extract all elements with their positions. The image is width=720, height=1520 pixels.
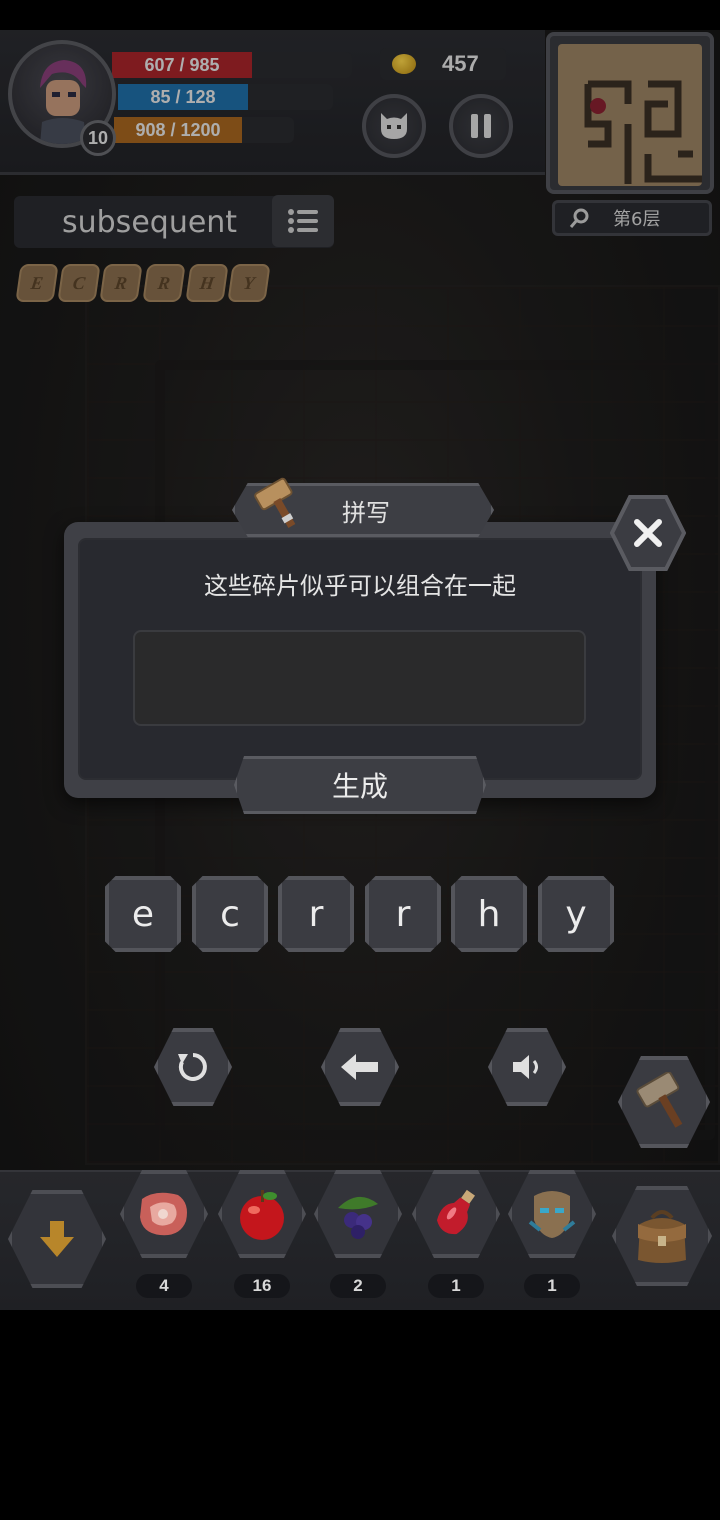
hammer-icon — [636, 1072, 683, 1128]
letter-tile-h[interactable]: h — [451, 876, 527, 952]
item-count: 4 — [136, 1274, 192, 1298]
letter-tile-r[interactable]: r — [278, 876, 354, 952]
mask-icon — [528, 1191, 576, 1238]
generate-button[interactable]: 生成 — [234, 756, 486, 814]
berries-icon — [338, 1196, 378, 1239]
meat-icon — [140, 1192, 187, 1236]
item-count: 2 — [330, 1274, 386, 1298]
item-count: 1 — [428, 1274, 484, 1298]
letter-tile-e[interactable]: e — [105, 876, 181, 952]
arrow-left-icon — [341, 1054, 378, 1080]
close-icon — [609, 495, 687, 571]
item-count: 16 — [234, 1274, 290, 1298]
potion-icon — [436, 1189, 476, 1235]
dialog-title: 拼写 — [342, 498, 390, 527]
backpack-icon — [638, 1210, 686, 1263]
letter-tile-y[interactable]: y — [538, 876, 614, 952]
answer-field[interactable] — [133, 630, 586, 726]
dialog-prompt: 这些碎片似乎可以组合在一起 — [204, 572, 516, 600]
close-button[interactable] — [609, 495, 687, 571]
item-count: 1 — [524, 1274, 580, 1298]
hammer-icon — [254, 477, 296, 529]
refresh-icon — [178, 1053, 207, 1081]
arrow-down-icon — [40, 1221, 74, 1257]
apple-icon — [240, 1190, 284, 1240]
letter-tile-r[interactable]: r — [365, 876, 441, 952]
letter-tile-c[interactable]: c — [192, 876, 268, 952]
speaker-icon — [513, 1055, 538, 1079]
